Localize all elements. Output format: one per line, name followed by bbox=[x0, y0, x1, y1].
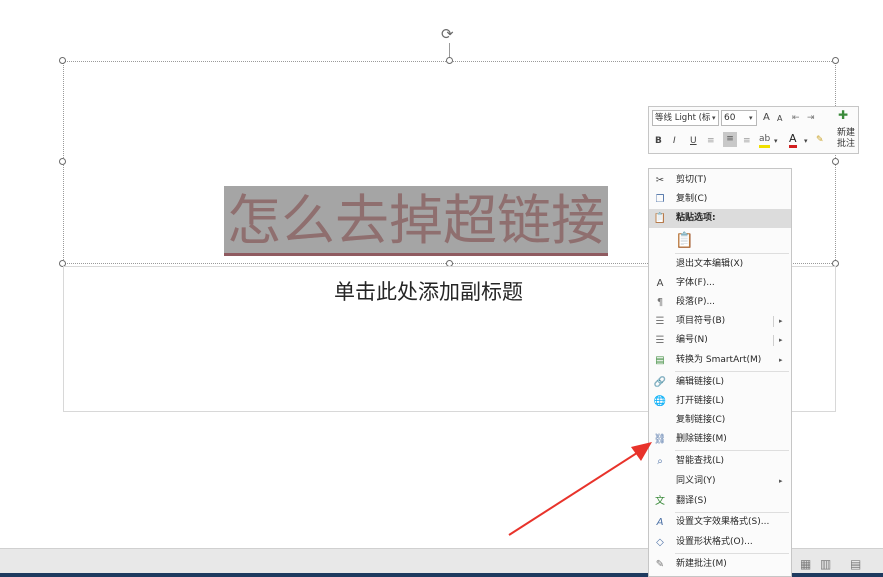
arrow-head bbox=[631, 442, 652, 461]
red-annotation-arrow bbox=[508, 442, 652, 536]
arrow-shaft bbox=[508, 450, 641, 536]
